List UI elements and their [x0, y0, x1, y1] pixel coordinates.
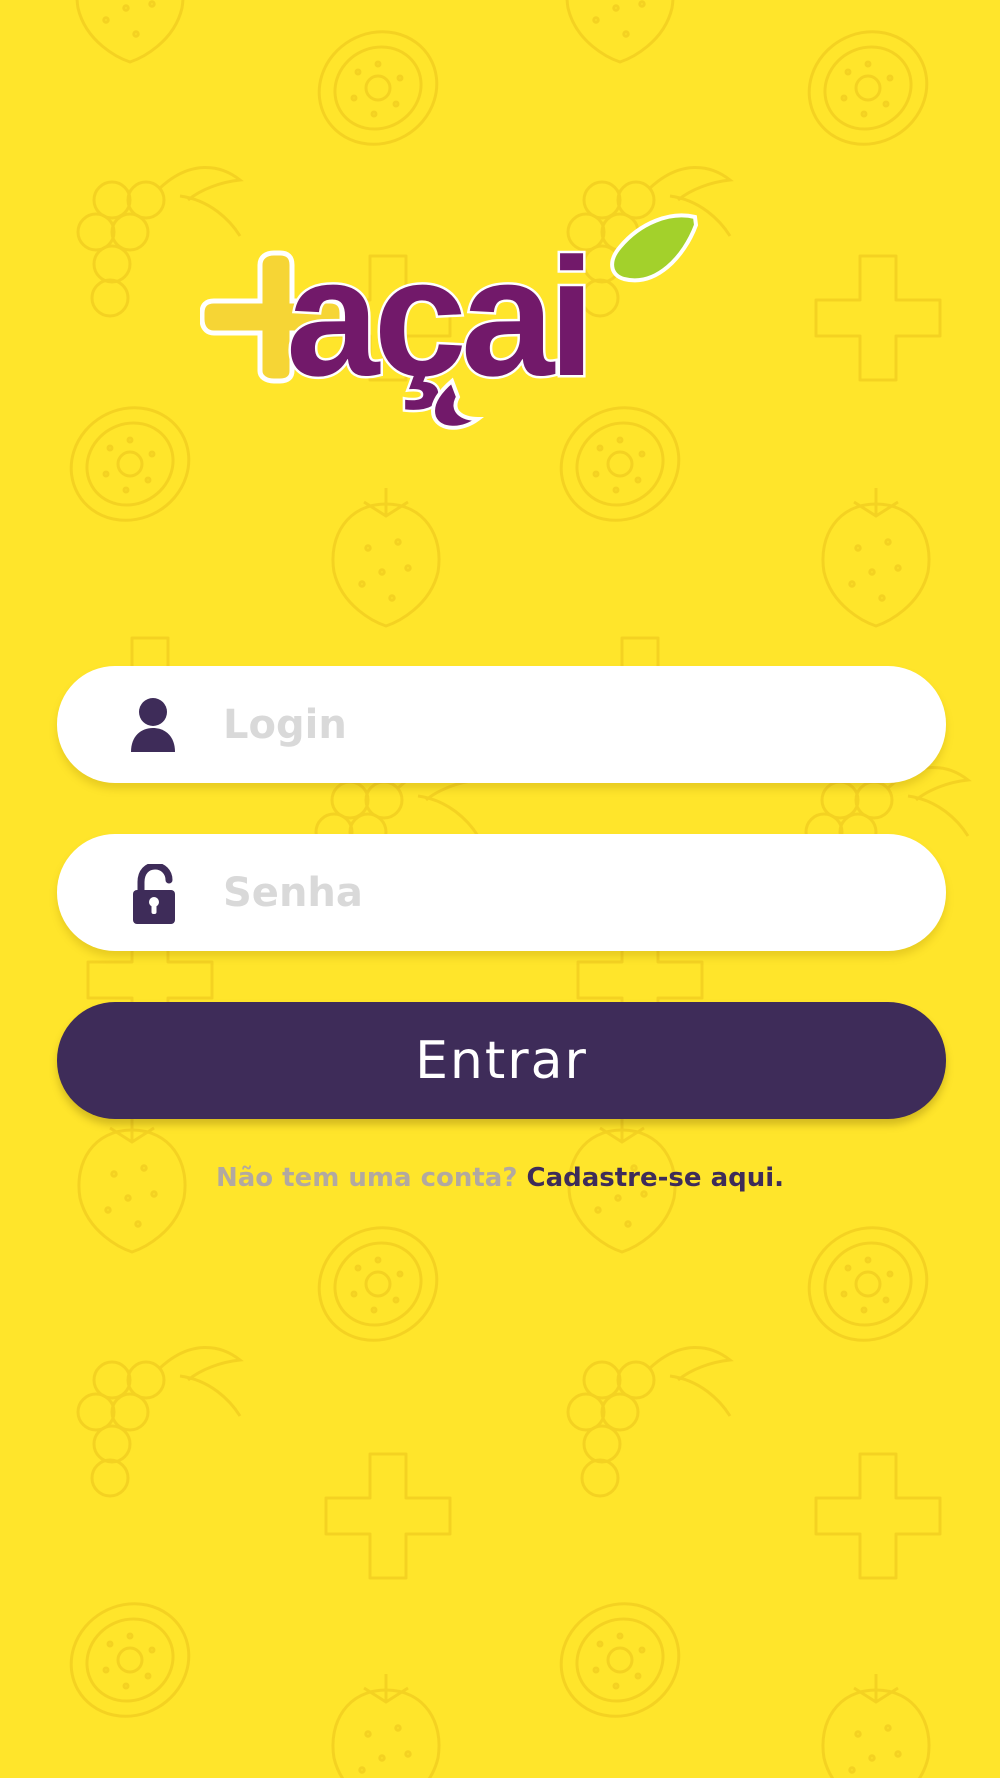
signup-question: Não tem uma conta?	[215, 1163, 518, 1193]
lock-icon	[133, 864, 175, 924]
password-input[interactable]	[223, 834, 903, 951]
login-field[interactable]	[57, 666, 946, 783]
leaf-icon	[610, 213, 699, 283]
login-input[interactable]	[223, 666, 903, 783]
user-icon	[131, 698, 175, 752]
logo-wordmark: açai	[286, 223, 589, 411]
password-field[interactable]	[57, 834, 946, 951]
signup-link[interactable]: Cadastre-se aqui.	[526, 1163, 784, 1193]
signup-prompt: Não tem uma conta? Cadastre-se aqui.	[0, 1163, 1000, 1193]
login-button[interactable]: Entrar	[57, 1002, 946, 1119]
app-logo: açai	[200, 213, 699, 430]
